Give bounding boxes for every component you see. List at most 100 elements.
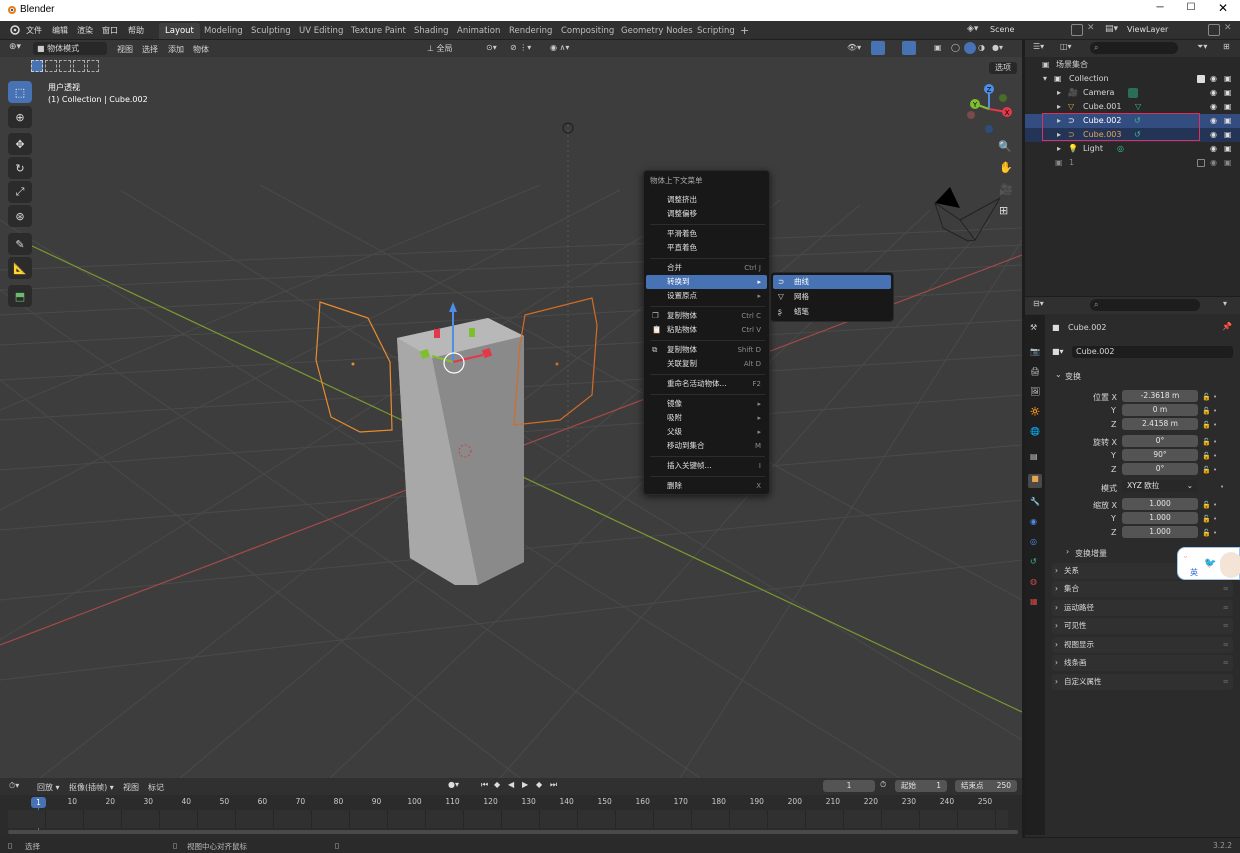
end-frame-field[interactable]: 结束点 250 (955, 780, 1017, 792)
frame-ruler[interactable]: 10 20 30 40 50 60 70 80 90 100 110 120 130 140 150 160 1… (8, 796, 1008, 808)
rotation-mode-dropdown[interactable]: XYZ 欧拉 ⌄ (1122, 480, 1198, 492)
menu-item-shade-flat[interactable]: 平直着色 (646, 241, 767, 255)
checkbox-icon[interactable] (1197, 159, 1205, 167)
menu-item-adjust-extrude[interactable]: 调整挤出 (646, 193, 767, 207)
drag-handle-icon[interactable]: ═ (1223, 600, 1228, 616)
timeline-track-area[interactable] (8, 810, 1008, 828)
menu-help[interactable]: 帮助 (128, 25, 144, 36)
preview-range-icon[interactable]: ⏱ (880, 780, 886, 790)
select-extend-icon[interactable] (45, 60, 57, 72)
menu-item-rename[interactable]: 重命名活动物体... F2 (646, 377, 767, 391)
scene-icon[interactable]: ◈▾ (967, 24, 978, 34)
menu-item-adjust-offset[interactable]: 调整偏移 (646, 207, 767, 221)
ime-language-label[interactable]: 英 (1190, 567, 1198, 578)
menu-render[interactable]: 渲染 (77, 25, 93, 36)
world-tab-icon[interactable]: 🌐 (1030, 427, 1040, 436)
panel-custom-properties[interactable]: › 自定义属性 ═ (1052, 674, 1233, 690)
filter-icon[interactable]: ⏷▾ (1197, 42, 1207, 52)
scale-tool[interactable]: ⤢ (8, 181, 32, 203)
playhead-frame-label[interactable]: 1 (31, 797, 46, 808)
menu-item-convert-to[interactable]: 转换到 ▸ (646, 275, 767, 289)
jump-start-button[interactable]: ⏮ (481, 780, 488, 790)
scene-field[interactable]: Scene (990, 25, 1065, 37)
output-tab-icon[interactable]: 🖨 (1030, 367, 1040, 376)
3d-viewport[interactable]: ⊕▾ ■ 物体模式 视图 选择 添加 物体 ⊥ 全局 ⊙▾ ⊘ ⋮▾ ◉ ∧▾ … (0, 40, 1022, 778)
rotation-x-field[interactable]: 0° (1122, 435, 1198, 447)
add-workspace-button[interactable]: + (734, 23, 755, 39)
cursor-tool[interactable]: ⊕ (8, 106, 32, 128)
delete-view-layer-button[interactable]: ✕ (1224, 23, 1232, 33)
camera-render-icon[interactable]: ▣ (1224, 156, 1232, 170)
display-mode-icon[interactable]: ◫▾ (1060, 42, 1072, 51)
particles-tab-icon[interactable]: ◉ (1030, 517, 1037, 526)
checkbox-icon[interactable] (1197, 75, 1205, 83)
lock-icon[interactable]: 🔓 • (1202, 463, 1217, 477)
menu-item-delete[interactable]: 删除 X (646, 479, 767, 493)
drag-handle-icon[interactable]: ═ (1223, 637, 1228, 653)
zoom-icon[interactable]: 🔍 (998, 140, 1012, 153)
scene-tab-icon[interactable]: 🔆 (1030, 407, 1040, 416)
ime-widget[interactable]: ᵕ 英 🐦 (1177, 547, 1240, 580)
eye-icon[interactable]: ◉ (1210, 72, 1217, 86)
lock-icon[interactable]: 🔓 • (1202, 393, 1217, 401)
add-cube-tool[interactable]: ⬒ (8, 285, 32, 307)
location-x-field[interactable]: -2.3618 m (1122, 390, 1198, 402)
close-button[interactable]: ✕ (1215, 1, 1231, 17)
pan-hand-icon[interactable]: ✋ (999, 161, 1013, 174)
constraints-tab-icon[interactable]: ↺ (1030, 557, 1037, 566)
select-subtract-icon[interactable] (59, 60, 71, 72)
object-tab-icon[interactable]: ■ (1028, 474, 1042, 488)
select-intersect-icon[interactable] (87, 60, 99, 72)
snap-toggle[interactable]: ⊘ ⋮▾ (510, 43, 531, 52)
panel-line-art[interactable]: › 线条画 ═ (1052, 655, 1233, 671)
start-frame-field[interactable]: 起始 1 (895, 780, 947, 792)
view-layer-icon[interactable]: ▤▾ (1105, 24, 1118, 34)
camera-view-icon[interactable]: 🎥 (999, 183, 1013, 196)
wireframe-shading-button[interactable]: ◯ (951, 43, 960, 52)
rotation-y-field[interactable]: 90° (1122, 449, 1198, 461)
tab-rendering[interactable]: Rendering (503, 23, 558, 39)
eye-icon[interactable]: ◉ (1210, 156, 1217, 170)
lock-icon[interactable]: 🔓 • (1202, 435, 1217, 449)
mode-dropdown[interactable]: ■ 物体模式 (33, 42, 107, 55)
measure-tool[interactable]: 📐 (8, 257, 32, 279)
solid-shading-button[interactable] (964, 42, 976, 54)
camera-render-icon[interactable]: ▣ (1224, 142, 1232, 156)
ortho-grid-icon[interactable]: ⊞ (999, 204, 1008, 217)
timeline-editor-type-icon[interactable]: ⏱▾ (9, 781, 19, 791)
menu-item-set-origin[interactable]: 设置原点 ▸ (646, 289, 767, 303)
rotation-z-field[interactable]: 0° (1122, 463, 1198, 475)
submenu-item-grease-pencil[interactable]: ʂ 蜡笔 (773, 305, 891, 319)
submenu-item-curve[interactable]: ⊃ 曲线 (773, 275, 891, 289)
menu-item-shade-smooth[interactable]: 平滑着色 (646, 227, 767, 241)
menu-edit[interactable]: 编辑 (52, 25, 68, 36)
camera-render-icon[interactable]: ▣ (1224, 72, 1232, 86)
scale-y-field[interactable]: 1.000 (1122, 512, 1198, 524)
lock-icon[interactable]: 🔓 • (1202, 498, 1217, 512)
collection-tab-icon[interactable]: ▤ (1030, 452, 1038, 461)
menu-item-snap[interactable]: 吸附 ▸ (646, 411, 767, 425)
view-layer-tab-icon[interactable]: 🖼 (1030, 387, 1040, 396)
menu-item-paste-objects[interactable]: 📋 粘贴物体 Ctrl V (646, 323, 767, 337)
location-z-field[interactable]: 2.4158 m (1122, 418, 1198, 430)
tab-shading[interactable]: Shading (408, 23, 455, 39)
view-layer-field[interactable]: ViewLayer (1127, 25, 1168, 34)
menu-view[interactable]: 视图 (117, 44, 133, 55)
scale-x-field[interactable]: 1.000 (1122, 498, 1198, 510)
annotate-tool[interactable]: ✎ (8, 233, 32, 255)
expand-icon[interactable]: ▸ (1057, 100, 1061, 114)
tab-compositing[interactable]: Compositing (555, 23, 620, 39)
outliner-item-cube-001[interactable]: ▸ ▽ Cube.001 ▽ ◉ ▣ (1025, 100, 1240, 114)
lock-icon[interactable]: 🔓 • (1202, 512, 1217, 526)
keying-menu[interactable]: 抠像(插帧) ▾ (69, 782, 114, 793)
menu-item-move-to-collection[interactable]: 移动到集合 M (646, 439, 767, 453)
move-tool[interactable]: ✥ (8, 133, 32, 155)
pivot-dropdown[interactable]: ⊙▾ (486, 43, 497, 52)
current-frame-field[interactable]: 1 (823, 780, 875, 792)
lock-icon[interactable]: 🔓 • (1202, 526, 1217, 540)
tab-uv-editing[interactable]: UV Editing (293, 23, 349, 39)
menu-item-mirror[interactable]: 镜像 ▸ (646, 397, 767, 411)
properties-search[interactable]: ⌕ (1090, 299, 1200, 311)
drag-handle-icon[interactable]: ═ (1223, 618, 1228, 634)
submenu-item-mesh[interactable]: ▽ 网格 (773, 290, 891, 304)
